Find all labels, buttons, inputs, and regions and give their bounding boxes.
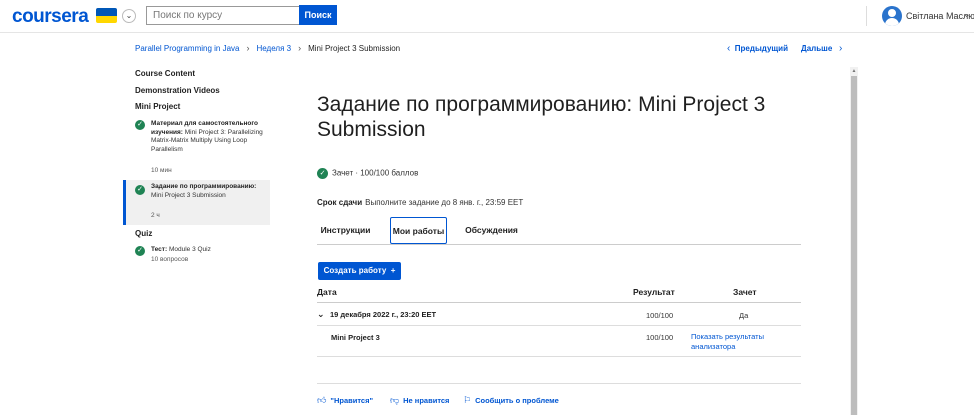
create-submission-button[interactable]: Создать работу + (318, 262, 401, 280)
scroll-up-arrow-icon[interactable]: ▲ (851, 68, 857, 74)
user-menu-chevron-icon[interactable]: ⌄ (963, 9, 971, 20)
sidebar-item-text: Тест: Module 3 Quiz (151, 246, 263, 255)
create-submission-label: Создать работу (323, 266, 387, 275)
sidebar-item-quiz[interactable]: ✓ Тест: Module 3 Quiz 10 вопросов (123, 245, 270, 267)
search-button[interactable]: Поиск (299, 5, 337, 25)
completed-check-icon: ✓ (135, 185, 145, 195)
search-input[interactable] (146, 6, 300, 25)
report-problem-button[interactable]: ⚐ Сообщить о проблеме (463, 395, 559, 406)
sidebar-item-type: Тест: (151, 246, 168, 253)
sidebar-item-count: 10 вопросов (151, 256, 189, 263)
submission-pass: Да (739, 311, 749, 320)
dislike-label: Не нравится (403, 396, 450, 405)
top-header: coursera ⌄ Поиск Світлана Маслюк ⌄ (0, 0, 974, 33)
like-label: "Нравится" (330, 396, 374, 405)
next-link[interactable]: Дальше › (801, 43, 842, 54)
chevron-down-icon[interactable]: ⌄ (122, 9, 136, 23)
assignment-tabs: Инструкции Мои работы Обсуждения (317, 217, 801, 245)
tab-instructions[interactable]: Инструкции (317, 217, 374, 244)
grade-status: ✓ Зачет · 100/100 баллов (317, 168, 418, 179)
submission-row[interactable]: ⌄ 19 декабря 2022 г., 23:20 EET 100/100 … (317, 304, 801, 326)
avatar-icon[interactable] (882, 6, 902, 26)
flag-icon: ⚐ (463, 395, 472, 405)
completed-check-icon: ✓ (135, 120, 145, 130)
chevron-right-icon: › (246, 43, 250, 53)
sidebar-item-text: Задание по программированию: Mini Projec… (151, 183, 263, 200)
sidebar-item-type: Задание по программированию: (151, 183, 257, 190)
page-title: Задание по программированию: Mini Projec… (317, 93, 766, 141)
sidebar-item-duration: 10 мин (151, 167, 172, 174)
sidebar-item-programming-assignment[interactable]: ✓ Задание по программированию: Mini Proj… (123, 180, 270, 225)
submission-date: 19 декабря 2022 г., 23:20 EET (330, 310, 437, 319)
grade-text: Зачет · 100/100 баллов (332, 168, 419, 178)
scrollbar-thumb[interactable] (851, 76, 857, 415)
column-pass: Зачет (733, 287, 757, 297)
chevron-left-icon: ‹ (727, 43, 731, 54)
sidebar-item-reading[interactable]: ✓ Материал для самостоятельного изучения… (123, 118, 270, 178)
sidebar-section-mini-project[interactable]: Mini Project (135, 102, 180, 111)
like-button[interactable]: 👍︎ "Нравится" (317, 395, 373, 406)
column-date: Дата (317, 287, 337, 297)
next-label: Дальше (801, 44, 833, 53)
plus-icon: + (390, 266, 396, 275)
column-result: Результат (633, 287, 675, 297)
breadcrumb-week[interactable]: Неделя 3 (257, 44, 292, 53)
report-label: Сообщить о проблеме (475, 396, 559, 405)
ukraine-flag-icon (96, 8, 117, 23)
header-divider (866, 6, 867, 26)
sidebar-section-course-content[interactable]: Course Content (135, 69, 195, 78)
thumbs-up-icon: 👍︎ (317, 395, 327, 405)
part-name: Mini Project 3 (331, 333, 380, 342)
due-label: Срок сдачи (317, 198, 363, 207)
chevron-right-icon: › (838, 43, 843, 54)
sidebar-item-label: Module 3 Quiz (168, 246, 211, 253)
sidebar-item-text: Материал для самостоятельного изучения: … (151, 120, 263, 154)
submission-part-row: Mini Project 3 100/100 Показать результа… (317, 326, 801, 357)
sidebar-section-demonstration-videos[interactable]: Demonstration Videos (135, 86, 220, 95)
chevron-down-icon[interactable]: ⌄ (317, 309, 325, 320)
grader-output-link[interactable]: Показать результаты анализатора (691, 332, 781, 352)
coursera-logo[interactable]: coursera (12, 6, 89, 28)
due-text: Выполните задание до 8 янв. г., 23:59 EE… (365, 198, 524, 207)
part-result: 100/100 (646, 333, 674, 342)
breadcrumb-course[interactable]: Parallel Programming in Java (135, 44, 240, 53)
dislike-button[interactable]: 👎︎ Не нравится (390, 395, 449, 406)
sidebar-section-quiz[interactable]: Quiz (135, 229, 152, 238)
submissions-table-header: Дата Результат Зачет (317, 285, 801, 303)
sidebar-item-label: Mini Project 3 Submission (151, 191, 226, 199)
breadcrumb-current: Mini Project 3 Submission (308, 44, 401, 53)
previous-label: Предыдущий (734, 44, 789, 53)
tab-discussions[interactable]: Обсуждения (463, 217, 520, 244)
divider (317, 383, 801, 384)
chevron-right-icon: › (298, 43, 302, 53)
submission-result: 100/100 (646, 311, 674, 320)
thumbs-down-icon: 👎︎ (390, 395, 400, 405)
breadcrumb: Parallel Programming in Java › Неделя 3 › Mi… (135, 43, 400, 53)
passed-check-icon: ✓ (317, 168, 328, 179)
due-date: Срок сдачи Выполните задание до 8 янв. г.… (317, 198, 523, 207)
previous-link[interactable]: ‹ Предыдущий (727, 43, 788, 54)
sidebar-item-duration: 2 ч (151, 212, 160, 219)
tab-my-submissions[interactable]: Мои работы (390, 217, 447, 244)
completed-check-icon: ✓ (135, 246, 145, 256)
